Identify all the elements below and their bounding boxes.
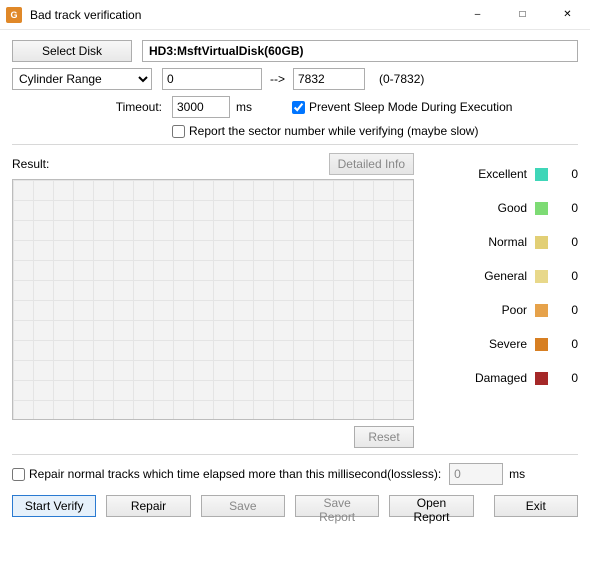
- window-title: Bad track verification: [30, 8, 455, 22]
- legend-count: 0: [556, 201, 578, 215]
- report-sector-label: Report the sector number while verifying…: [189, 124, 478, 138]
- legend-item: General 0: [426, 259, 578, 293]
- legend-label: Damaged: [465, 371, 527, 385]
- legend-count: 0: [556, 167, 578, 181]
- select-disk-button[interactable]: Select Disk: [12, 40, 132, 62]
- start-verify-button[interactable]: Start Verify: [12, 495, 96, 517]
- timeout-unit: ms: [236, 100, 262, 114]
- repair-threshold-value[interactable]: [449, 463, 503, 485]
- result-label: Result:: [12, 157, 49, 171]
- prevent-sleep-label: Prevent Sleep Mode During Execution: [309, 100, 512, 114]
- legend-swatch: [535, 372, 548, 385]
- report-sector-input[interactable]: [172, 125, 185, 138]
- minimize-button[interactable]: –: [455, 0, 500, 30]
- repair-threshold-input[interactable]: [12, 468, 25, 481]
- legend-panel: Excellent0Good0Normal0General0Poor0Sever…: [426, 153, 578, 448]
- open-report-button[interactable]: Open Report: [389, 495, 473, 517]
- legend-label: Normal: [465, 235, 527, 249]
- prevent-sleep-checkbox[interactable]: Prevent Sleep Mode During Execution: [292, 100, 512, 114]
- window-titlebar: G Bad track verification – □ ✕: [0, 0, 590, 30]
- exit-button[interactable]: Exit: [494, 495, 578, 517]
- legend-label: Excellent: [465, 167, 527, 181]
- legend-swatch: [535, 304, 548, 317]
- legend-label: Good: [465, 201, 527, 215]
- app-icon: G: [6, 7, 22, 23]
- maximize-button[interactable]: □: [500, 0, 545, 30]
- repair-threshold-unit: ms: [509, 467, 525, 481]
- disk-path-display: HD3:MsftVirtualDisk(60GB): [142, 40, 578, 62]
- report-sector-checkbox[interactable]: Report the sector number while verifying…: [172, 124, 478, 138]
- legend-swatch: [535, 202, 548, 215]
- legend-count: 0: [556, 269, 578, 283]
- save-report-button[interactable]: Save Report: [295, 495, 379, 517]
- prevent-sleep-input[interactable]: [292, 101, 305, 114]
- save-button[interactable]: Save: [201, 495, 285, 517]
- repair-threshold-checkbox[interactable]: Repair normal tracks which time elapsed …: [12, 467, 441, 481]
- legend-item: Good 0: [426, 191, 578, 225]
- legend-label: General: [465, 269, 527, 283]
- legend-label: Poor: [465, 303, 527, 317]
- legend-count: 0: [556, 337, 578, 351]
- legend-swatch: [535, 168, 548, 181]
- legend-swatch: [535, 338, 548, 351]
- legend-item: Damaged 0: [426, 361, 578, 395]
- legend-swatch: [535, 236, 548, 249]
- verification-grid: [12, 179, 414, 420]
- legend-count: 0: [556, 235, 578, 249]
- timeout-input[interactable]: [172, 96, 230, 118]
- timeout-label: Timeout:: [12, 100, 162, 114]
- cylinder-range-hint: (0-7832): [379, 72, 424, 86]
- legend-count: 0: [556, 371, 578, 385]
- detailed-info-button[interactable]: Detailed Info: [329, 153, 414, 175]
- separator: [12, 144, 578, 145]
- cylinder-from-input[interactable]: [162, 68, 262, 90]
- cylinder-to-input[interactable]: [293, 68, 365, 90]
- close-button[interactable]: ✕: [545, 0, 590, 30]
- legend-item: Poor 0: [426, 293, 578, 327]
- separator-2: [12, 454, 578, 455]
- legend-item: Normal 0: [426, 225, 578, 259]
- legend-count: 0: [556, 303, 578, 317]
- cylinder-arrow-label: -->: [270, 72, 285, 86]
- legend-swatch: [535, 270, 548, 283]
- legend-item: Excellent 0: [426, 157, 578, 191]
- cylinder-range-select[interactable]: Cylinder Range: [12, 68, 152, 90]
- legend-item: Severe 0: [426, 327, 578, 361]
- reset-button[interactable]: Reset: [354, 426, 414, 448]
- legend-label: Severe: [465, 337, 527, 351]
- repair-button[interactable]: Repair: [106, 495, 190, 517]
- repair-threshold-label: Repair normal tracks which time elapsed …: [29, 467, 441, 481]
